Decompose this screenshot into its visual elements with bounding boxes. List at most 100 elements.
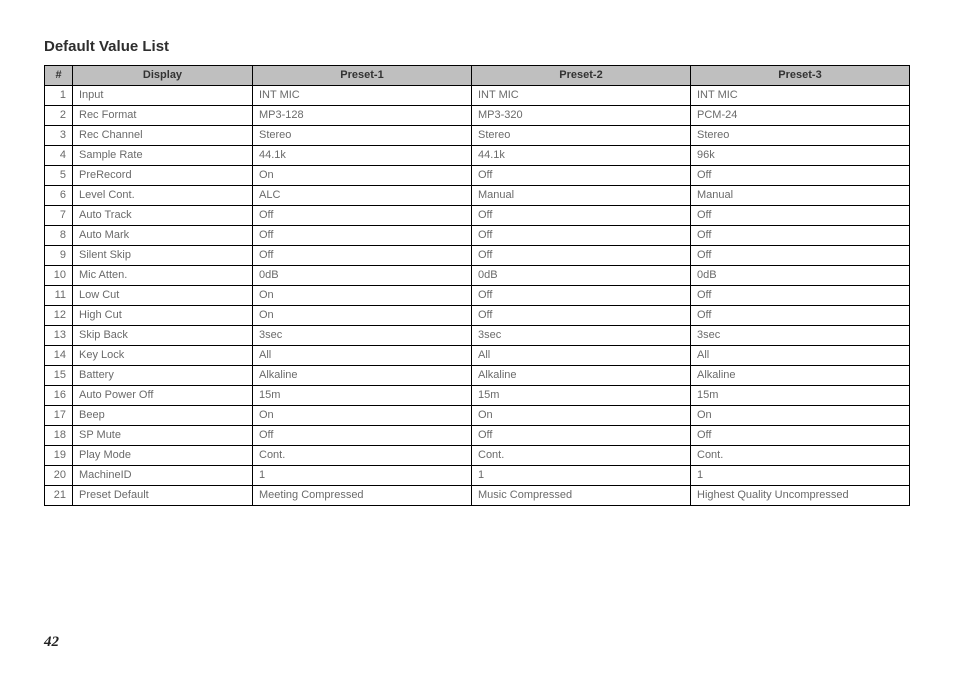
- table-row: 10Mic Atten.0dB0dB0dB: [45, 266, 910, 286]
- cell-preset-2: INT MIC: [472, 86, 691, 106]
- cell-preset-2: Off: [472, 286, 691, 306]
- cell-preset-1: 0dB: [253, 266, 472, 286]
- cell-row-number: 17: [45, 406, 73, 426]
- cell-preset-2: Off: [472, 246, 691, 266]
- cell-preset-2: Music Compressed: [472, 486, 691, 506]
- table-row: 21Preset DefaultMeeting CompressedMusic …: [45, 486, 910, 506]
- cell-row-number: 3: [45, 126, 73, 146]
- cell-preset-1: Meeting Compressed: [253, 486, 472, 506]
- cell-preset-3: Stereo: [691, 126, 910, 146]
- cell-preset-3: PCM-24: [691, 106, 910, 126]
- cell-display: Rec Format: [73, 106, 253, 126]
- table-row: 2Rec FormatMP3-128MP3-320PCM-24: [45, 106, 910, 126]
- cell-row-number: 10: [45, 266, 73, 286]
- table-row: 19Play ModeCont.Cont.Cont.: [45, 446, 910, 466]
- cell-preset-3: 15m: [691, 386, 910, 406]
- cell-row-number: 1: [45, 86, 73, 106]
- cell-preset-3: 3sec: [691, 326, 910, 346]
- cell-display: Level Cont.: [73, 186, 253, 206]
- cell-preset-2: 15m: [472, 386, 691, 406]
- cell-preset-3: Cont.: [691, 446, 910, 466]
- cell-preset-3: 96k: [691, 146, 910, 166]
- cell-preset-2: Off: [472, 226, 691, 246]
- cell-row-number: 18: [45, 426, 73, 446]
- table-row: 14Key LockAllAllAll: [45, 346, 910, 366]
- cell-preset-1: INT MIC: [253, 86, 472, 106]
- cell-preset-1: 15m: [253, 386, 472, 406]
- table-row: 20MachineID111: [45, 466, 910, 486]
- cell-preset-3: Off: [691, 166, 910, 186]
- cell-display: Mic Atten.: [73, 266, 253, 286]
- cell-preset-1: ALC: [253, 186, 472, 206]
- col-header-preset3: Preset-3: [691, 66, 910, 86]
- default-value-table: # Display Preset-1 Preset-2 Preset-3 1In…: [44, 65, 910, 506]
- cell-preset-2: 1: [472, 466, 691, 486]
- table-row: 1InputINT MICINT MICINT MIC: [45, 86, 910, 106]
- col-header-preset2: Preset-2: [472, 66, 691, 86]
- cell-preset-2: Off: [472, 306, 691, 326]
- table-row: 15BatteryAlkalineAlkalineAlkaline: [45, 366, 910, 386]
- cell-row-number: 21: [45, 486, 73, 506]
- cell-preset-2: Off: [472, 166, 691, 186]
- cell-display: Sample Rate: [73, 146, 253, 166]
- table-row: 16Auto Power Off15m15m15m: [45, 386, 910, 406]
- cell-preset-1: All: [253, 346, 472, 366]
- table-row: 6Level Cont.ALCManualManual: [45, 186, 910, 206]
- cell-display: Input: [73, 86, 253, 106]
- cell-preset-1: 1: [253, 466, 472, 486]
- cell-preset-3: INT MIC: [691, 86, 910, 106]
- cell-display: Key Lock: [73, 346, 253, 366]
- table-row: 12High CutOnOffOff: [45, 306, 910, 326]
- cell-display: Rec Channel: [73, 126, 253, 146]
- cell-preset-1: MP3-128: [253, 106, 472, 126]
- cell-row-number: 5: [45, 166, 73, 186]
- cell-row-number: 14: [45, 346, 73, 366]
- cell-row-number: 9: [45, 246, 73, 266]
- table-body: 1InputINT MICINT MICINT MIC2Rec FormatMP…: [45, 86, 910, 506]
- cell-preset-2: 3sec: [472, 326, 691, 346]
- cell-preset-3: 1: [691, 466, 910, 486]
- cell-display: Auto Mark: [73, 226, 253, 246]
- cell-preset-1: On: [253, 306, 472, 326]
- page-number: 42: [44, 634, 59, 651]
- cell-preset-2: On: [472, 406, 691, 426]
- cell-preset-3: Alkaline: [691, 366, 910, 386]
- cell-row-number: 11: [45, 286, 73, 306]
- cell-preset-2: Off: [472, 206, 691, 226]
- cell-display: Silent Skip: [73, 246, 253, 266]
- cell-display: MachineID: [73, 466, 253, 486]
- cell-preset-2: MP3-320: [472, 106, 691, 126]
- cell-row-number: 8: [45, 226, 73, 246]
- cell-preset-1: Off: [253, 246, 472, 266]
- cell-display: Beep: [73, 406, 253, 426]
- cell-row-number: 16: [45, 386, 73, 406]
- cell-preset-2: All: [472, 346, 691, 366]
- cell-display: SP Mute: [73, 426, 253, 446]
- table-row: 7Auto TrackOffOffOff: [45, 206, 910, 226]
- cell-preset-2: Off: [472, 426, 691, 446]
- cell-preset-3: Highest Quality Uncompressed: [691, 486, 910, 506]
- cell-preset-2: Alkaline: [472, 366, 691, 386]
- cell-preset-1: 44.1k: [253, 146, 472, 166]
- cell-preset-3: All: [691, 346, 910, 366]
- cell-preset-3: Off: [691, 286, 910, 306]
- table-row: 18SP MuteOffOffOff: [45, 426, 910, 446]
- table-row: 9Silent SkipOffOffOff: [45, 246, 910, 266]
- cell-display: Skip Back: [73, 326, 253, 346]
- cell-row-number: 12: [45, 306, 73, 326]
- table-row: 4Sample Rate44.1k44.1k96k: [45, 146, 910, 166]
- cell-row-number: 7: [45, 206, 73, 226]
- cell-preset-2: Stereo: [472, 126, 691, 146]
- cell-row-number: 19: [45, 446, 73, 466]
- col-header-display: Display: [73, 66, 253, 86]
- table-row: 8Auto MarkOffOffOff: [45, 226, 910, 246]
- cell-preset-3: Off: [691, 206, 910, 226]
- cell-preset-2: 0dB: [472, 266, 691, 286]
- table-row: 17BeepOnOnOn: [45, 406, 910, 426]
- cell-preset-2: 44.1k: [472, 146, 691, 166]
- cell-row-number: 13: [45, 326, 73, 346]
- table-row: 3Rec ChannelStereoStereoStereo: [45, 126, 910, 146]
- document-page: Default Value List # Display Preset-1 Pr…: [0, 0, 954, 673]
- cell-display: Battery: [73, 366, 253, 386]
- cell-preset-3: 0dB: [691, 266, 910, 286]
